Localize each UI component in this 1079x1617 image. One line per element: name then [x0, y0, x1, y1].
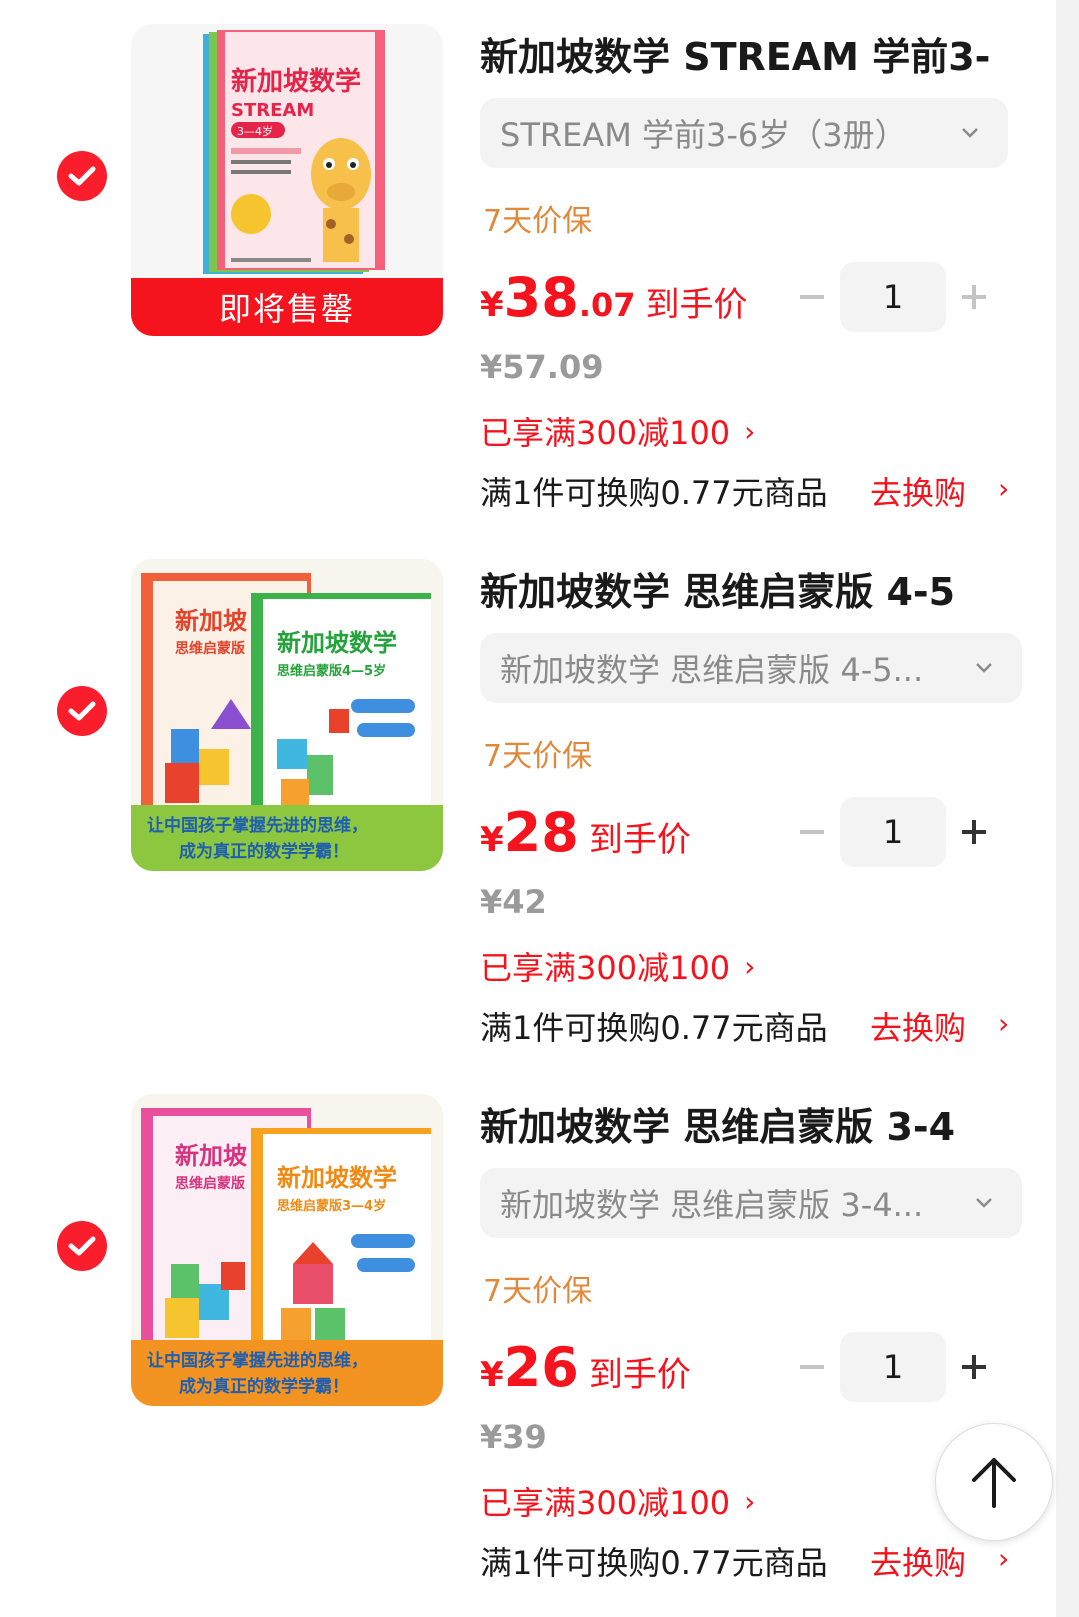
cover-subtitle: 思维启蒙版3—4岁 — [277, 1198, 386, 1214]
swap-button[interactable]: 去换购 — [870, 468, 966, 514]
chevron-right-icon: › — [744, 949, 756, 983]
quantity-input[interactable]: 1 — [840, 262, 946, 332]
price-decimal: .07 — [578, 286, 636, 324]
price-label: 到手价 — [645, 285, 748, 325]
cover-title: 新加坡数学 — [277, 629, 397, 657]
product-image[interactable]: 新加坡数学 STREAM 3—4岁 即将售罄 — [131, 24, 443, 336]
chevron-down-icon — [962, 128, 978, 138]
original-price: ¥42 — [480, 883, 547, 921]
chevron-down-icon — [976, 663, 992, 673]
price-integer: 26 — [503, 1336, 579, 1399]
svg-text:思维启蒙版: 思维启蒙版 — [175, 1175, 245, 1192]
svg-text:思维启蒙版: 思维启蒙版 — [175, 640, 245, 657]
product-image[interactable]: 新加坡 思维启蒙版 新加坡数学 思维启蒙版3—4岁 让中国孩子掌握先进的思维， … — [131, 1094, 443, 1406]
product-title[interactable]: 新加坡数学 思维启蒙版 4-5 — [480, 561, 1025, 616]
swap-row: 满1件可换购0.77元商品 去换购 › — [480, 1538, 1025, 1584]
swap-text: 满1件可换购0.77元商品 — [480, 1544, 828, 1582]
cover-subtitle: STREAM — [231, 100, 314, 121]
product-title[interactable]: 新加坡数学 思维启蒙版 3-4 — [480, 1096, 1025, 1151]
check-circle-icon[interactable] — [57, 686, 107, 736]
cover-banner-line1: 让中国孩子掌握先进的思维， — [147, 815, 368, 836]
soldout-banner: 即将售罄 — [131, 278, 443, 336]
quantity-input[interactable]: 1 — [840, 797, 946, 867]
minus-icon[interactable] — [796, 284, 828, 310]
chevron-right-icon[interactable]: › — [998, 1542, 1009, 1575]
arrow-up-icon — [972, 1458, 1016, 1508]
quantity-stepper: 1 — [796, 262, 992, 332]
price-protect-label: 7天价保 — [483, 739, 593, 774]
product-title[interactable]: 新加坡数学 STREAM 学前3- — [480, 26, 1025, 81]
cart-item: 新加坡 思维启蒙版 新加坡数学 思维启蒙版3—4岁 让中国孩子掌握先进的思维， … — [0, 1070, 1056, 1605]
variant-label: 新加坡数学 思维启蒙版 3-4... — [500, 1186, 924, 1224]
swap-button[interactable]: 去换购 — [870, 1003, 966, 1049]
price-label: 到手价 — [588, 820, 691, 860]
cover-banner-line1: 让中国孩子掌握先进的思维， — [147, 1350, 368, 1371]
cover-title: 新加坡数学 — [231, 66, 361, 97]
variant-select[interactable]: STREAM 学前3-6岁（3册） — [480, 98, 1008, 168]
swap-row: 满1件可换购0.77元商品 去换购 › — [480, 468, 1025, 514]
variant-select[interactable]: 新加坡数学 思维启蒙版 4-5... — [480, 633, 1022, 703]
cart-item: 新加坡 思维启蒙版 新加坡数学 思维启蒙版4—5岁 让中国孩子掌握先进的思维， … — [0, 535, 1056, 1070]
variant-label: 新加坡数学 思维启蒙版 4-5... — [500, 651, 924, 689]
final-price: ¥ 28 到手价 — [480, 801, 691, 864]
swap-text: 满1件可换购0.77元商品 — [480, 474, 828, 512]
cart-item: 新加坡数学 STREAM 3—4岁 即将售罄 新加坡数学 STREAM 学前3-… — [0, 0, 1056, 535]
chevron-down-icon — [976, 1198, 992, 1208]
price-integer: 28 — [503, 801, 579, 864]
back-to-top-button[interactable] — [935, 1423, 1053, 1541]
swap-row: 满1件可换购0.77元商品 去换购 › — [480, 1003, 1025, 1049]
price-label: 到手价 — [588, 1355, 691, 1395]
cover-subtitle: 思维启蒙版4—5岁 — [277, 663, 386, 679]
quantity-input[interactable]: 1 — [840, 1332, 946, 1402]
cover-banner-line2: 成为真正的数学学霸！ — [179, 1376, 349, 1397]
cart-list: 新加坡数学 STREAM 3—4岁 即将售罄 新加坡数学 STREAM 学前3-… — [0, 0, 1056, 1617]
final-price: ¥ 26 到手价 — [480, 1336, 691, 1399]
promo-label: 已享满300减100 — [480, 1484, 731, 1522]
promo-label: 已享满300减100 — [480, 949, 731, 987]
chevron-right-icon[interactable]: › — [998, 1007, 1009, 1040]
chevron-right-icon: › — [744, 414, 756, 448]
final-price: ¥ 38 .07 到手价 — [480, 266, 748, 329]
cover-title: 新加坡数学 — [277, 1164, 397, 1192]
quantity-stepper: 1 — [796, 1332, 992, 1402]
price-currency: ¥ — [480, 285, 504, 325]
plus-icon[interactable] — [958, 281, 990, 313]
chevron-right-icon[interactable]: › — [998, 472, 1009, 505]
variant-select[interactable]: 新加坡数学 思维启蒙版 3-4... — [480, 1168, 1022, 1238]
price-protect-label: 7天价保 — [483, 1274, 593, 1309]
product-image[interactable]: 新加坡 思维启蒙版 新加坡数学 思维启蒙版4—5岁 让中国孩子掌握先进的思维， … — [131, 559, 443, 871]
plus-icon[interactable] — [958, 1351, 990, 1383]
price-currency: ¥ — [480, 1355, 504, 1395]
promo-label: 已享满300减100 — [480, 414, 731, 452]
svg-text:新加坡: 新加坡 — [175, 607, 247, 635]
svg-text:新加坡: 新加坡 — [175, 1142, 247, 1170]
minus-icon[interactable] — [796, 1354, 828, 1380]
variant-label: STREAM 学前3-6岁（3册） — [500, 116, 907, 154]
swap-text: 满1件可换购0.77元商品 — [480, 1009, 828, 1047]
promo-link[interactable]: 已享满300减100 › — [480, 943, 755, 989]
price-integer: 38 — [503, 266, 579, 329]
original-price: ¥57.09 — [480, 348, 604, 386]
cover-banner-line2: 成为真正的数学学霸！ — [179, 841, 349, 862]
plus-icon[interactable] — [958, 816, 990, 848]
original-price: ¥39 — [480, 1418, 547, 1456]
minus-icon[interactable] — [796, 819, 828, 845]
cover-age: 3—4岁 — [237, 124, 273, 138]
price-currency: ¥ — [480, 820, 504, 860]
swap-button[interactable]: 去换购 — [870, 1538, 966, 1584]
chevron-right-icon: › — [744, 1484, 756, 1518]
check-circle-icon[interactable] — [57, 151, 107, 201]
quantity-stepper: 1 — [796, 797, 992, 867]
promo-link[interactable]: 已享满300减100 › — [480, 408, 755, 454]
check-circle-icon[interactable] — [57, 1221, 107, 1271]
promo-link[interactable]: 已享满300减100 › — [480, 1478, 755, 1524]
price-protect-label: 7天价保 — [483, 204, 593, 239]
